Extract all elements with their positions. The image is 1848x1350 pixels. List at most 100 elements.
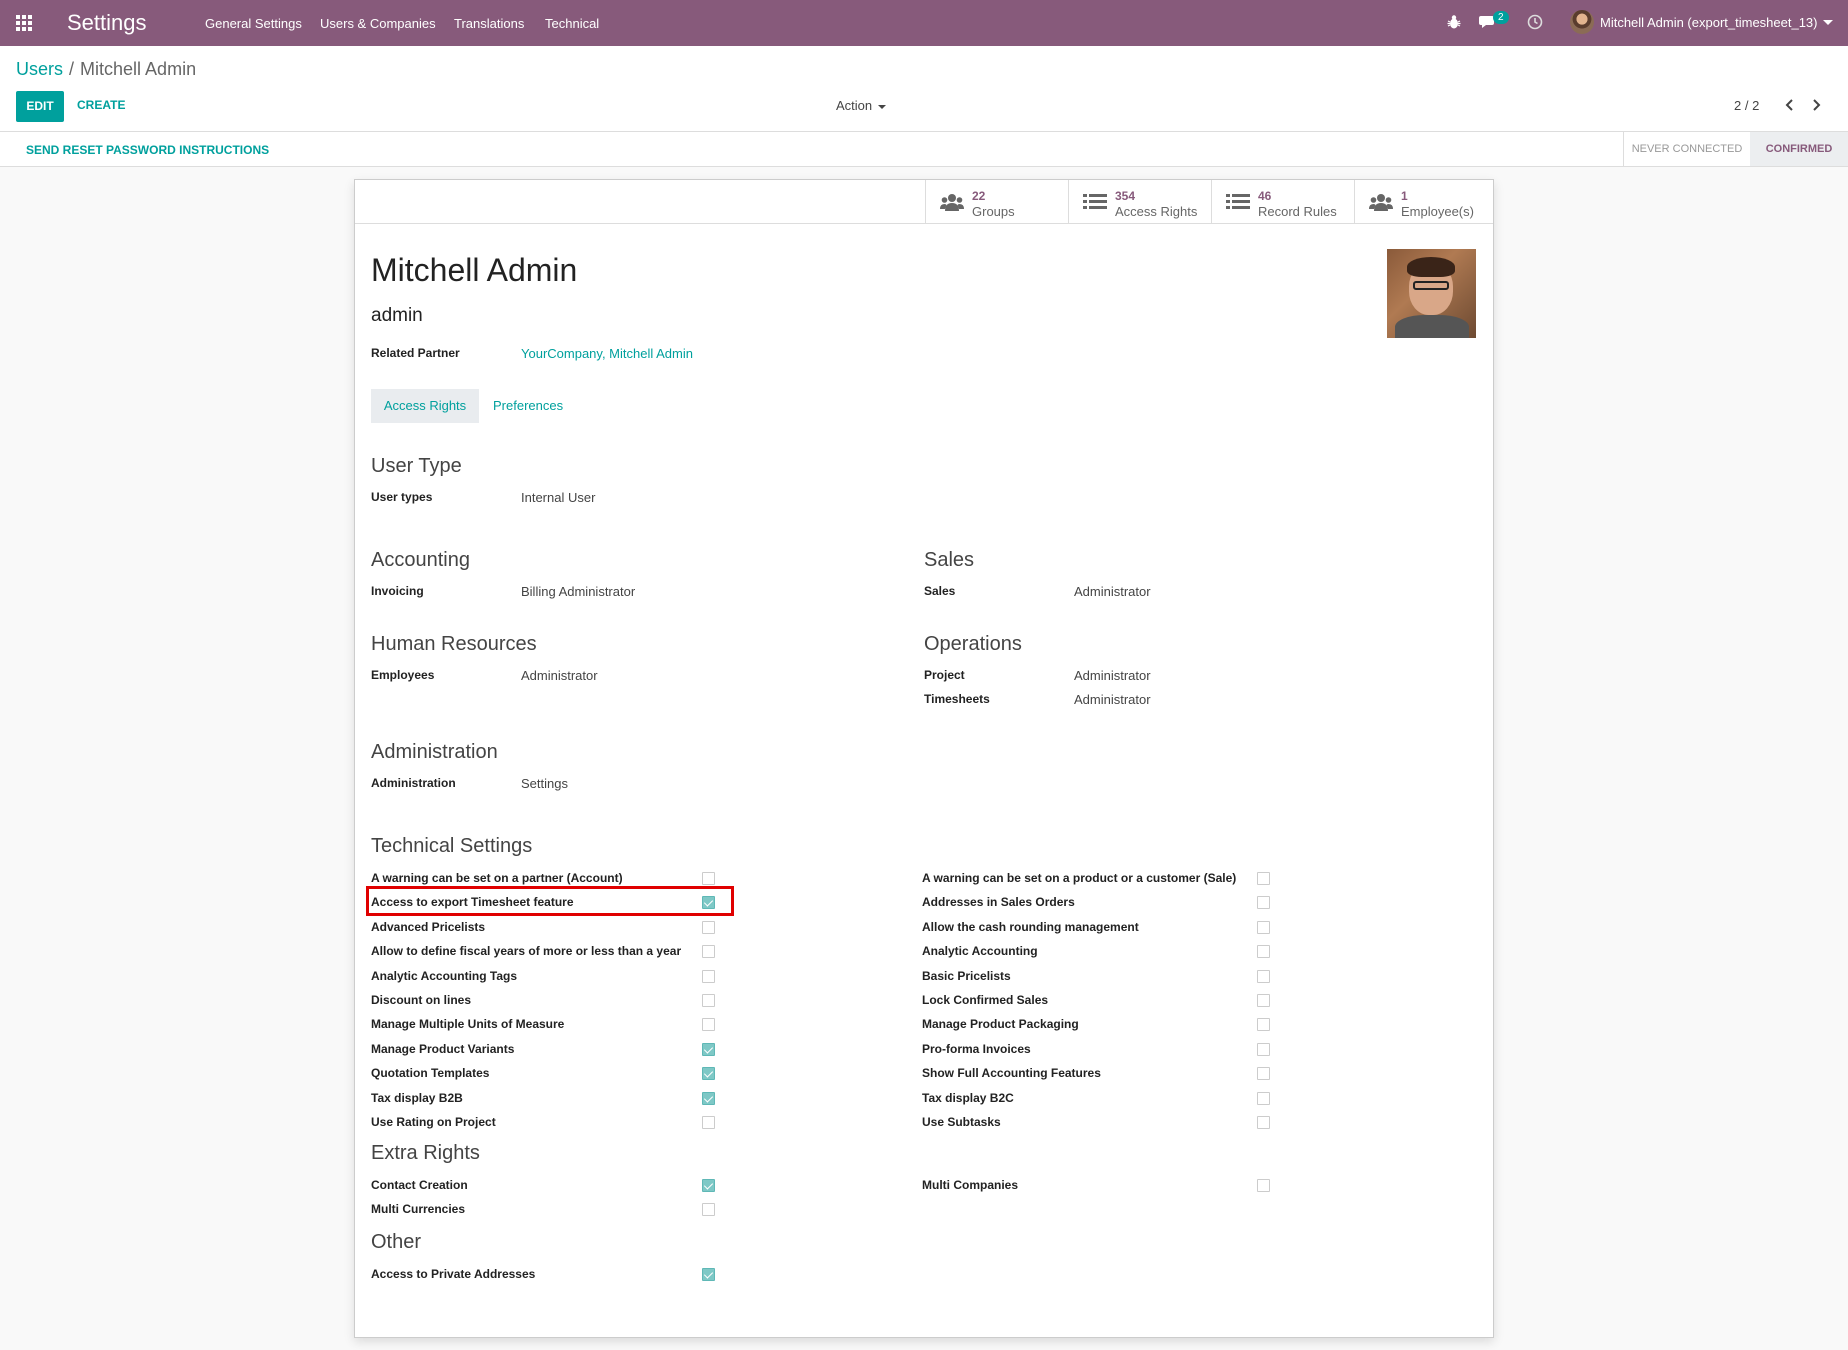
sales-label: Sales — [924, 584, 956, 598]
menu-general-settings[interactable]: General Settings — [205, 16, 302, 31]
setting-checkbox[interactable] — [702, 1042, 715, 1056]
other-heading: Other — [371, 1231, 422, 1253]
user-avatar[interactable] — [1570, 10, 1594, 34]
project-value[interactable]: Administrator — [1074, 668, 1151, 683]
setting-checkbox[interactable] — [1257, 1116, 1270, 1129]
form-sheet: 22 Groups 354 Access Rights 46 Record Ru… — [354, 179, 1494, 1338]
list-icon — [1083, 194, 1107, 209]
setting-label: Use Rating on Project — [371, 1115, 496, 1129]
setting-checkbox[interactable] — [1257, 945, 1270, 959]
access-rights-smart-button[interactable]: 354 Access Rights — [1068, 180, 1211, 224]
setting-checkbox[interactable] — [1257, 896, 1270, 910]
setting-label: Analytic Accounting Tags — [371, 968, 518, 983]
setting-checkbox[interactable] — [702, 1116, 715, 1129]
user-types-label: User types — [371, 490, 433, 504]
groups-count: 22 — [972, 189, 986, 203]
menu-users-companies[interactable]: Users & Companies — [320, 16, 436, 31]
breadcrumb-users-link[interactable]: Users — [16, 59, 63, 79]
record-rules-label: Record Rules — [1258, 204, 1337, 219]
user-type-heading: User Type — [371, 455, 462, 477]
setting-checkbox[interactable] — [1257, 1018, 1270, 1032]
setting-checkbox[interactable] — [702, 1091, 715, 1105]
send-reset-password-button[interactable]: SEND RESET PASSWORD INSTRUCTIONS — [26, 143, 269, 157]
setting-checkbox[interactable] — [702, 1203, 715, 1217]
chevron-down-icon[interactable] — [1823, 20, 1833, 25]
setting-checkbox[interactable] — [702, 1268, 715, 1281]
setting-label: Access to Private Addresses — [371, 1267, 536, 1281]
invoicing-value[interactable]: Billing Administrator — [521, 584, 635, 599]
status-bar: SEND RESET PASSWORD INSTRUCTIONS NEVER C… — [0, 132, 1848, 167]
employees-smart-button[interactable]: 1 Employee(s) — [1354, 180, 1497, 224]
setting-label: A warning can be set on a partner (Accou… — [371, 871, 623, 885]
stage-confirmed[interactable]: CONFIRMED — [1750, 132, 1848, 166]
tab-preferences[interactable]: Preferences — [493, 398, 563, 413]
setting-checkbox[interactable] — [702, 945, 715, 959]
setting-checkbox[interactable] — [1257, 969, 1270, 983]
setting-label: Use Subtasks — [922, 1115, 1001, 1129]
operations-heading: Operations — [924, 633, 1022, 655]
employees-value[interactable]: Administrator — [521, 668, 598, 683]
setting-checkbox[interactable] — [1257, 1067, 1270, 1081]
setting-label: Discount on lines — [371, 993, 472, 1007]
setting-checkbox[interactable] — [1257, 872, 1270, 885]
setting-checkbox[interactable] — [702, 1179, 715, 1192]
extra-rights-heading: Extra Rights — [371, 1142, 480, 1164]
user-menu-name[interactable]: Mitchell Admin (export_timesheet_13) — [1600, 15, 1818, 30]
sales-heading: Sales — [924, 549, 975, 571]
setting-checkbox[interactable] — [1257, 1091, 1270, 1105]
edit-button[interactable]: EDIT — [16, 91, 64, 122]
setting-label: Tax display B2C — [922, 1090, 1014, 1105]
setting-checkbox[interactable] — [702, 872, 715, 885]
clock-icon[interactable] — [1527, 14, 1543, 30]
setting-checkbox[interactable] — [702, 969, 715, 983]
setting-label: Quotation Templates — [371, 1066, 490, 1081]
list-icon — [1226, 194, 1250, 209]
app-title: Settings — [67, 10, 147, 35]
setting-checkbox[interactable] — [1257, 1042, 1270, 1056]
smart-button-box: 22 Groups 354 Access Rights 46 Record Ru… — [355, 180, 1493, 224]
stage-never-connected[interactable]: NEVER CONNECTED — [1623, 132, 1750, 166]
users-icon — [1369, 194, 1393, 211]
user-photo[interactable] — [1387, 249, 1476, 338]
setting-label: Tax display B2B — [371, 1090, 463, 1105]
access-rights-label: Access Rights — [1115, 204, 1198, 219]
setting-checkbox[interactable] — [1257, 920, 1270, 934]
setting-checkbox[interactable] — [1257, 1179, 1270, 1192]
action-dropdown[interactable]: Action — [836, 98, 887, 113]
bug-icon[interactable] — [1447, 14, 1461, 30]
setting-checkbox[interactable] — [702, 1018, 715, 1032]
setting-label: Manage Product Variants — [371, 1041, 515, 1056]
tab-access-rights[interactable]: Access Rights — [371, 389, 479, 423]
administration-value[interactable]: Settings — [521, 776, 568, 791]
users-icon — [940, 194, 964, 211]
action-label: Action — [836, 98, 873, 113]
chevron-right-icon[interactable] — [1808, 97, 1824, 113]
setting-label: Manage Product Packaging — [922, 1017, 1079, 1032]
setting-label: Allow to define fiscal years of more or … — [371, 944, 682, 959]
create-button[interactable]: CREATE — [77, 98, 125, 112]
accounting-heading: Accounting — [371, 549, 470, 571]
timesheets-value[interactable]: Administrator — [1074, 692, 1151, 707]
groups-smart-button[interactable]: 22 Groups — [925, 180, 1068, 224]
setting-label: Allow the cash rounding management — [922, 919, 1139, 934]
setting-label: Manage Multiple Units of Measure — [371, 1017, 565, 1032]
sales-value[interactable]: Administrator — [1074, 584, 1151, 599]
employees-count: 1 — [1401, 189, 1408, 203]
setting-checkbox[interactable] — [702, 920, 715, 934]
chevron-left-icon[interactable] — [1782, 97, 1798, 113]
related-partner-link[interactable]: YourCompany, Mitchell Admin — [521, 346, 693, 361]
setting-checkbox[interactable] — [1257, 994, 1270, 1007]
setting-checkbox[interactable] — [702, 1067, 715, 1081]
record-rules-smart-button[interactable]: 46 Record Rules — [1211, 180, 1354, 224]
setting-checkbox[interactable] — [702, 994, 715, 1007]
user-types-value[interactable]: Internal User — [521, 490, 595, 505]
menu-translations[interactable]: Translations — [454, 16, 524, 31]
administration-label: Administration — [371, 776, 456, 790]
menu-technical[interactable]: Technical — [545, 16, 599, 31]
related-partner-label: Related Partner — [371, 346, 460, 360]
employees-label: Employees — [371, 668, 435, 682]
groups-label: Groups — [972, 204, 1015, 219]
apps-menu-icon[interactable] — [16, 15, 33, 31]
pager-value[interactable]: 2 / 2 — [1734, 98, 1759, 113]
top-navbar: Settings General Settings Users & Compan… — [0, 0, 1848, 46]
